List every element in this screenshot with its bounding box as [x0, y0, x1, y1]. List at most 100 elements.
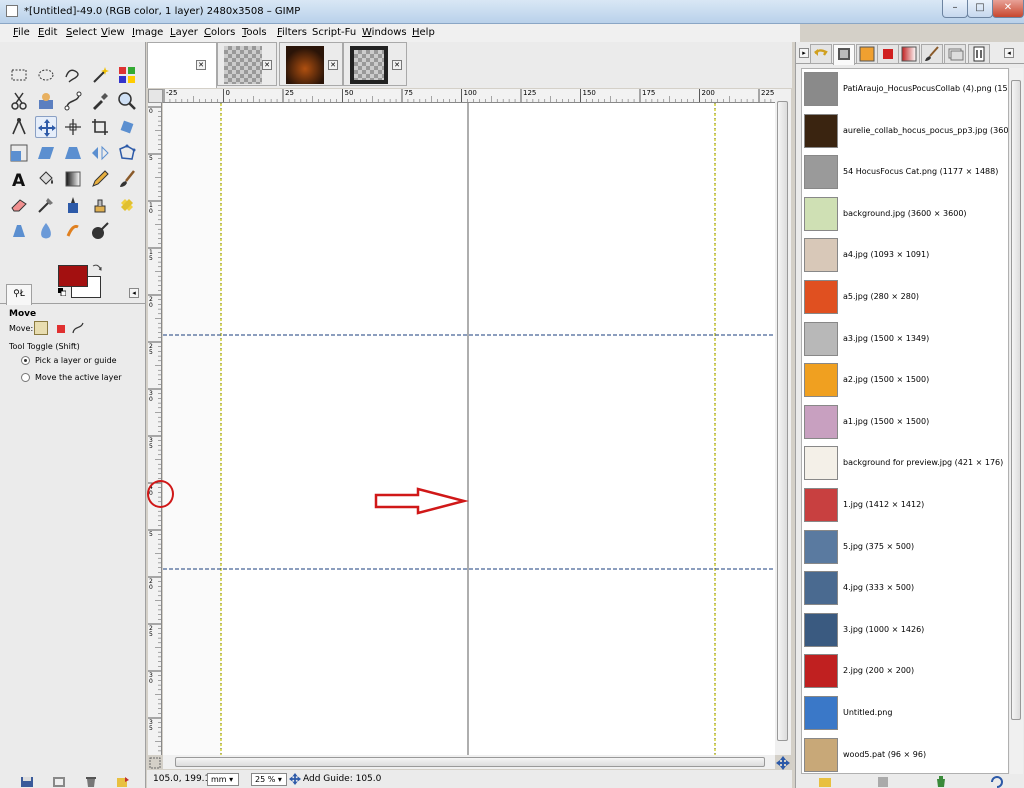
crop-icon[interactable] — [89, 116, 111, 138]
scale-icon[interactable] — [8, 142, 30, 164]
shear-icon[interactable] — [35, 142, 57, 164]
move-tool-icon[interactable] — [35, 116, 57, 138]
measure-icon[interactable] — [8, 116, 30, 138]
ink-icon[interactable] — [62, 194, 84, 216]
image-list-item[interactable]: aurelie_collab_hocus_pocus_pp3.jpg (3600… — [802, 111, 1008, 152]
image-list-item[interactable]: 3.jpg (1000 × 1426) — [802, 610, 1008, 651]
menu-view[interactable]: View — [101, 27, 125, 38]
tab-templates[interactable] — [968, 44, 990, 64]
image-list-item[interactable]: wood5.pat (96 × 96) — [802, 735, 1008, 773]
free-select-icon[interactable] — [62, 64, 84, 86]
canvas-horizontal-scrollbar[interactable] — [163, 755, 775, 769]
delete-image-icon[interactable] — [934, 776, 948, 788]
close-button[interactable]: ✕ — [992, 0, 1024, 18]
alignment-icon[interactable] — [62, 116, 84, 138]
images-list-scrollbar[interactable] — [1010, 68, 1023, 774]
airbrush-icon[interactable] — [35, 194, 57, 216]
tab-undo-history[interactable] — [810, 44, 832, 64]
canvas-vertical-scrollbar[interactable] — [775, 89, 791, 755]
ellipse-select-icon[interactable] — [35, 64, 57, 86]
image-list-item[interactable]: a2.jpg (1500 × 1500) — [802, 360, 1008, 401]
move-layer-mode-icon[interactable] — [34, 321, 48, 335]
dock-menu-icon[interactable]: ◂ — [129, 288, 139, 298]
menu-windows[interactable]: Windows — [362, 27, 407, 38]
bucket-fill-icon[interactable] — [35, 168, 57, 190]
image-list-item[interactable]: a4.jpg (1093 × 1091) — [802, 235, 1008, 276]
tab-brushes-fg[interactable] — [856, 44, 878, 64]
move-path-mode-icon[interactable] — [71, 321, 85, 335]
image-list-item[interactable]: 1.jpg (1412 × 1412) — [802, 485, 1008, 526]
flip-icon[interactable] — [89, 142, 111, 164]
color-picker-icon[interactable] — [89, 90, 111, 112]
paths-icon[interactable] — [62, 90, 84, 112]
delete-options-icon[interactable] — [84, 776, 98, 788]
image-list-item[interactable]: 54 HocusFocus Cat.png (1177 × 1488) — [802, 152, 1008, 193]
text-tool-icon[interactable]: A — [8, 168, 30, 191]
paintbrush-icon[interactable] — [116, 168, 138, 190]
restore-options-icon[interactable] — [52, 776, 66, 788]
rotate-icon[interactable] — [116, 116, 138, 138]
tab-tool-options[interactable]: ⚲Ł — [6, 284, 32, 305]
zoom-icon[interactable] — [116, 90, 138, 112]
maximize-button[interactable]: □ — [967, 0, 993, 18]
horizontal-scroll-thumb[interactable] — [175, 757, 765, 767]
image-tab-3[interactable]: ✕ — [279, 42, 343, 86]
refresh-icon[interactable] — [990, 776, 1004, 788]
navigate-icon[interactable] — [776, 756, 790, 770]
menu-colors[interactable]: Colors — [204, 27, 235, 38]
tab-close-icon[interactable]: ✕ — [196, 60, 206, 70]
menu-edit[interactable]: Edit — [38, 27, 57, 38]
dodge-burn-icon[interactable] — [89, 220, 111, 242]
eraser-icon[interactable] — [8, 194, 30, 216]
image-list-item[interactable]: a5.jpg (280 × 280) — [802, 277, 1008, 318]
image-tab-active[interactable]: ✕ — [147, 42, 217, 88]
images-list[interactable]: PatiAraujo_HocusPocusCollab (4).png (158… — [801, 68, 1009, 774]
image-list-item[interactable]: PatiAraujo_HocusPocusCollab (4).png (158… — [802, 69, 1008, 110]
menu-select[interactable]: Select — [66, 27, 97, 38]
tab-close-icon[interactable]: ✕ — [328, 60, 338, 70]
menu-layer[interactable]: Layer — [170, 27, 198, 38]
blur-icon[interactable] — [35, 220, 57, 242]
quick-mask-icon[interactable] — [148, 756, 162, 770]
tab-close-icon[interactable]: ✕ — [392, 60, 402, 70]
horizontal-ruler[interactable]: -25 0 25 50 75 100 125 150 175 200 225 — [163, 89, 775, 103]
scissors-select-icon[interactable] — [8, 90, 30, 112]
perspective-icon[interactable] — [62, 142, 84, 164]
clone-icon[interactable] — [89, 194, 111, 216]
blend-icon[interactable] — [62, 168, 84, 190]
image-tab-4[interactable]: ✕ — [343, 42, 407, 86]
vertical-ruler[interactable]: 051 01 52 02 53 03 54 052 02 53 03 5 — [148, 103, 162, 755]
zoom-select[interactable]: 25 % ▾ — [251, 773, 287, 786]
image-list-item[interactable]: background.jpg (3600 × 3600) — [802, 194, 1008, 235]
right-dock-menu-icon[interactable]: ▸ — [799, 48, 809, 58]
image-tab-2[interactable]: ✕ — [217, 42, 277, 86]
pick-layer-radio[interactable] — [21, 356, 30, 365]
tab-documents[interactable] — [944, 44, 966, 64]
image-list-item[interactable]: Untitled.png — [802, 693, 1008, 734]
menu-script-fu[interactable]: Script-Fu — [312, 27, 356, 38]
tab-close-icon[interactable]: ✕ — [262, 60, 272, 70]
rect-select-icon[interactable] — [8, 64, 30, 86]
new-display-icon[interactable] — [876, 776, 890, 788]
menu-help[interactable]: Help — [412, 27, 435, 38]
images-list-scroll-thumb[interactable] — [1011, 80, 1021, 720]
menu-file[interactable]: File — [13, 27, 30, 38]
fuzzy-select-icon[interactable] — [89, 64, 111, 86]
move-active-layer-radio[interactable] — [21, 373, 30, 382]
menu-filters[interactable]: Filters — [277, 27, 307, 38]
tab-gradients[interactable] — [898, 44, 920, 64]
image-list-item[interactable]: a1.jpg (1500 × 1500) — [802, 402, 1008, 443]
unit-select[interactable]: mm ▾ — [207, 773, 239, 786]
tab-images[interactable] — [833, 44, 855, 65]
menu-tools[interactable]: Tools — [242, 27, 267, 38]
image-list-item[interactable]: background for preview.jpg (421 × 176) — [802, 443, 1008, 484]
tab-paint-dynamics[interactable] — [921, 44, 943, 64]
ruler-corner-menu[interactable] — [148, 89, 163, 103]
smudge-icon[interactable] — [62, 220, 84, 242]
foreground-color-swatch-top[interactable] — [58, 265, 88, 287]
image-list-item[interactable]: 2.jpg (200 × 200) — [802, 651, 1008, 692]
move-selection-mode-icon[interactable] — [54, 322, 68, 336]
tab-patterns[interactable] — [877, 44, 899, 64]
minimize-button[interactable]: – — [942, 0, 968, 18]
foreground-select-icon[interactable] — [35, 90, 57, 112]
